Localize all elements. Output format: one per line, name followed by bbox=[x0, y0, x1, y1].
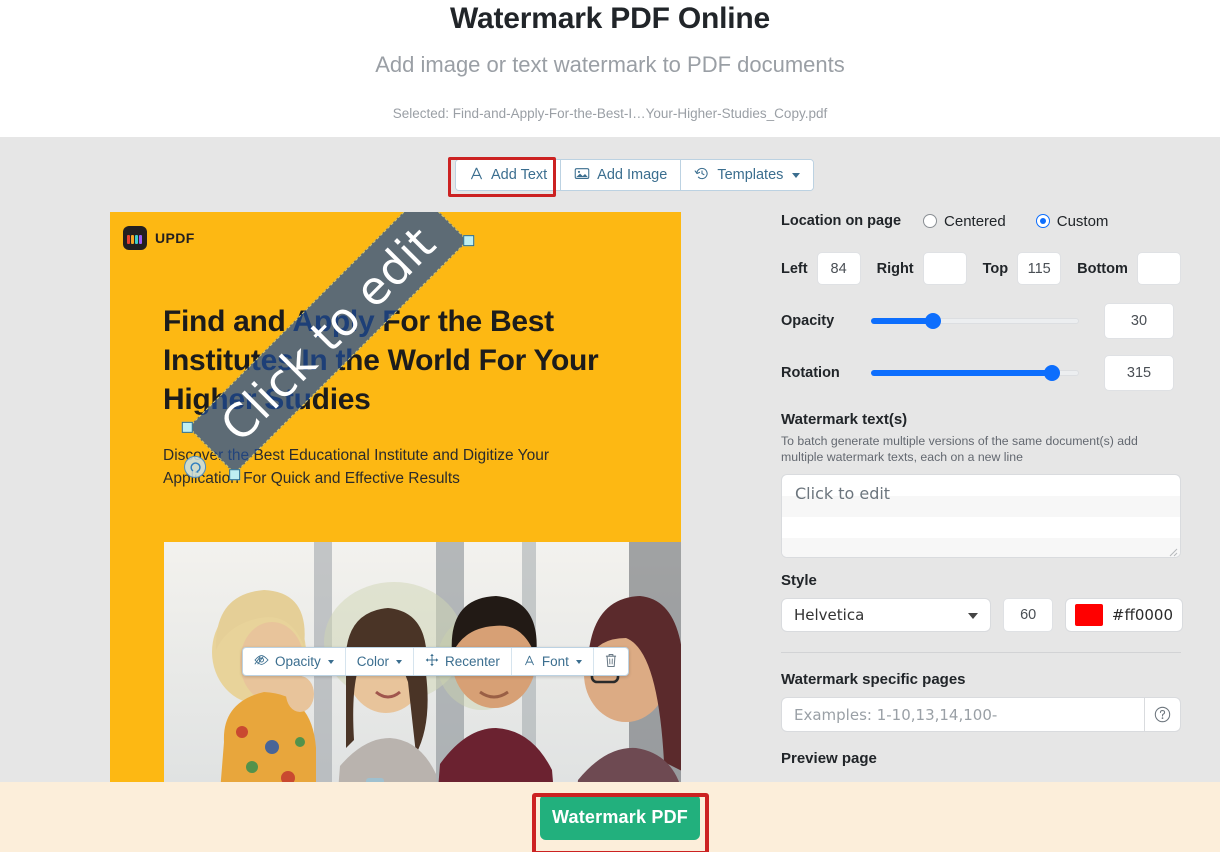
watermark-recenter-button[interactable]: Recenter bbox=[414, 648, 512, 675]
page-title: Watermark PDF Online bbox=[0, 0, 1220, 37]
left-label: Left bbox=[781, 261, 808, 277]
opacity-slider-thumb[interactable] bbox=[925, 313, 941, 329]
radio-centered-circle bbox=[923, 214, 937, 228]
watermark-opacity-label: Opacity bbox=[275, 654, 321, 669]
question-circle-icon bbox=[1154, 706, 1171, 723]
font-size-input[interactable]: 60 bbox=[1003, 598, 1053, 632]
text-a-icon bbox=[469, 166, 484, 185]
tab-add-text-label: Add Text bbox=[491, 167, 547, 183]
tab-templates[interactable]: Templates bbox=[681, 160, 813, 190]
tab-add-text[interactable]: Add Text bbox=[456, 160, 561, 190]
watermark-color-label: Color bbox=[357, 654, 389, 669]
radio-centered[interactable]: Centered bbox=[923, 213, 1006, 230]
watermark-pdf-button[interactable]: Watermark PDF bbox=[540, 794, 700, 840]
specific-pages-section: Watermark specific pages Examples: 1-10,… bbox=[781, 671, 1183, 732]
watermark-texts-section: Watermark text(s) To batch generate mult… bbox=[781, 411, 1183, 558]
chevron-down-icon bbox=[792, 173, 800, 178]
bottom-label: Bottom bbox=[1077, 261, 1128, 277]
top-input[interactable]: 115 bbox=[1017, 252, 1061, 285]
right-input[interactable] bbox=[923, 252, 967, 285]
radio-custom-circle bbox=[1036, 214, 1050, 228]
resize-handle-bottom-left[interactable] bbox=[229, 469, 240, 480]
opacity-value-input[interactable]: 30 bbox=[1104, 303, 1174, 339]
right-label: Right bbox=[877, 261, 914, 277]
bottom-input[interactable] bbox=[1137, 252, 1181, 285]
watermark-pdf-page: Watermark PDF Online Add image or text w… bbox=[0, 0, 1220, 852]
watermark-color-button[interactable]: Color bbox=[346, 648, 414, 675]
watermark-texts-hint: To batch generate multiple versions of t… bbox=[781, 434, 1169, 465]
updf-logo-text: UPDF bbox=[155, 230, 195, 246]
rotation-slider-thumb[interactable] bbox=[1044, 365, 1060, 381]
textarea-resize-grip[interactable] bbox=[1166, 544, 1178, 556]
bottom-action-bar: Watermark PDF bbox=[0, 782, 1220, 852]
watermark-font-button[interactable]: Font bbox=[512, 648, 594, 675]
updf-mark-icon bbox=[123, 226, 147, 250]
style-title: Style bbox=[781, 572, 1183, 589]
chevron-down-icon bbox=[328, 660, 334, 664]
left-input[interactable]: 84 bbox=[817, 252, 861, 285]
radio-custom-label: Custom bbox=[1057, 213, 1109, 230]
eye-slash-icon bbox=[254, 654, 269, 669]
opacity-row: Opacity 30 bbox=[781, 303, 1183, 339]
opacity-label: Opacity bbox=[781, 313, 865, 329]
watermark-recenter-label: Recenter bbox=[445, 654, 500, 669]
color-hex-value: #ff0000 bbox=[1112, 606, 1173, 624]
watermark-floating-toolbar: Opacity Color Recenter bbox=[242, 647, 629, 676]
resize-handle-bottom-right[interactable] bbox=[463, 235, 474, 246]
position-row: Left 84 Right Top 115 Bottom bbox=[781, 252, 1183, 285]
page-header: Watermark PDF Online Add image or text w… bbox=[0, 0, 1220, 137]
selected-file-label: Selected: Find-and-Apply-For-the-Best-I…… bbox=[0, 80, 1220, 123]
top-label: Top bbox=[983, 261, 1009, 277]
move-arrows-icon bbox=[425, 653, 439, 670]
tab-add-image[interactable]: Add Image bbox=[561, 160, 681, 190]
watermark-delete-button[interactable] bbox=[594, 648, 628, 675]
resize-handle-top-left[interactable] bbox=[182, 422, 193, 433]
radio-custom[interactable]: Custom bbox=[1036, 213, 1109, 230]
watermark-mode-tabs: Add Text Add Image bbox=[455, 159, 814, 191]
main-content-area: Add Text Add Image bbox=[0, 137, 1220, 782]
watermark-texts-title: Watermark text(s) bbox=[781, 411, 1183, 428]
updf-logo: UPDF bbox=[123, 226, 195, 250]
font-select-value: Helvetica bbox=[794, 606, 864, 624]
history-clock-icon bbox=[694, 166, 710, 185]
specific-pages-input[interactable]: Examples: 1-10,13,14,100- bbox=[781, 697, 1145, 732]
location-label: Location on page bbox=[781, 213, 901, 229]
chevron-down-icon bbox=[396, 660, 402, 664]
chevron-down-icon bbox=[576, 660, 582, 664]
rotation-label: Rotation bbox=[781, 365, 865, 381]
trash-icon bbox=[604, 653, 618, 671]
tab-add-image-label: Add Image bbox=[597, 167, 667, 183]
watermark-texts-input[interactable]: Click to edit bbox=[781, 474, 1181, 558]
rotation-value-input[interactable]: 315 bbox=[1104, 355, 1174, 391]
rotation-row: Rotation 315 bbox=[781, 355, 1183, 391]
watermark-font-label: Font bbox=[542, 654, 569, 669]
rotation-slider-fill bbox=[871, 370, 1052, 376]
font-a-icon bbox=[523, 654, 536, 670]
opacity-slider[interactable] bbox=[871, 314, 1079, 328]
style-row: Helvetica 60 #ff0000 bbox=[781, 598, 1183, 632]
location-row: Location on page Centered Custom bbox=[781, 207, 1183, 235]
pdf-page-top: UPDF Find and Apply For the Best Institu… bbox=[110, 212, 681, 542]
image-icon bbox=[574, 166, 590, 185]
watermark-settings-panel: Location on page Centered Custom Left 84… bbox=[781, 207, 1183, 767]
watermark-texts-value: Click to edit bbox=[795, 484, 890, 503]
color-swatch bbox=[1075, 604, 1103, 626]
font-select[interactable]: Helvetica bbox=[781, 598, 991, 632]
specific-pages-title: Watermark specific pages bbox=[781, 671, 1183, 688]
specific-pages-row: Examples: 1-10,13,14,100- bbox=[781, 697, 1181, 732]
rotation-slider[interactable] bbox=[871, 366, 1079, 380]
opacity-slider-fill bbox=[871, 318, 933, 324]
chevron-down-icon bbox=[968, 613, 978, 619]
specific-pages-help-button[interactable] bbox=[1145, 697, 1181, 732]
pdf-preview[interactable]: UPDF Find and Apply For the Best Institu… bbox=[110, 212, 681, 852]
panel-divider bbox=[781, 652, 1181, 653]
radio-centered-label: Centered bbox=[944, 213, 1006, 230]
tab-templates-label: Templates bbox=[717, 167, 783, 183]
font-color-picker[interactable]: #ff0000 bbox=[1065, 598, 1183, 632]
watermark-opacity-button[interactable]: Opacity bbox=[243, 648, 346, 675]
page-subtitle: Add image or text watermark to PDF docum… bbox=[0, 37, 1220, 80]
preview-page-label: Preview page bbox=[781, 750, 1183, 767]
style-section: Style Helvetica 60 #ff0000 bbox=[781, 572, 1183, 632]
